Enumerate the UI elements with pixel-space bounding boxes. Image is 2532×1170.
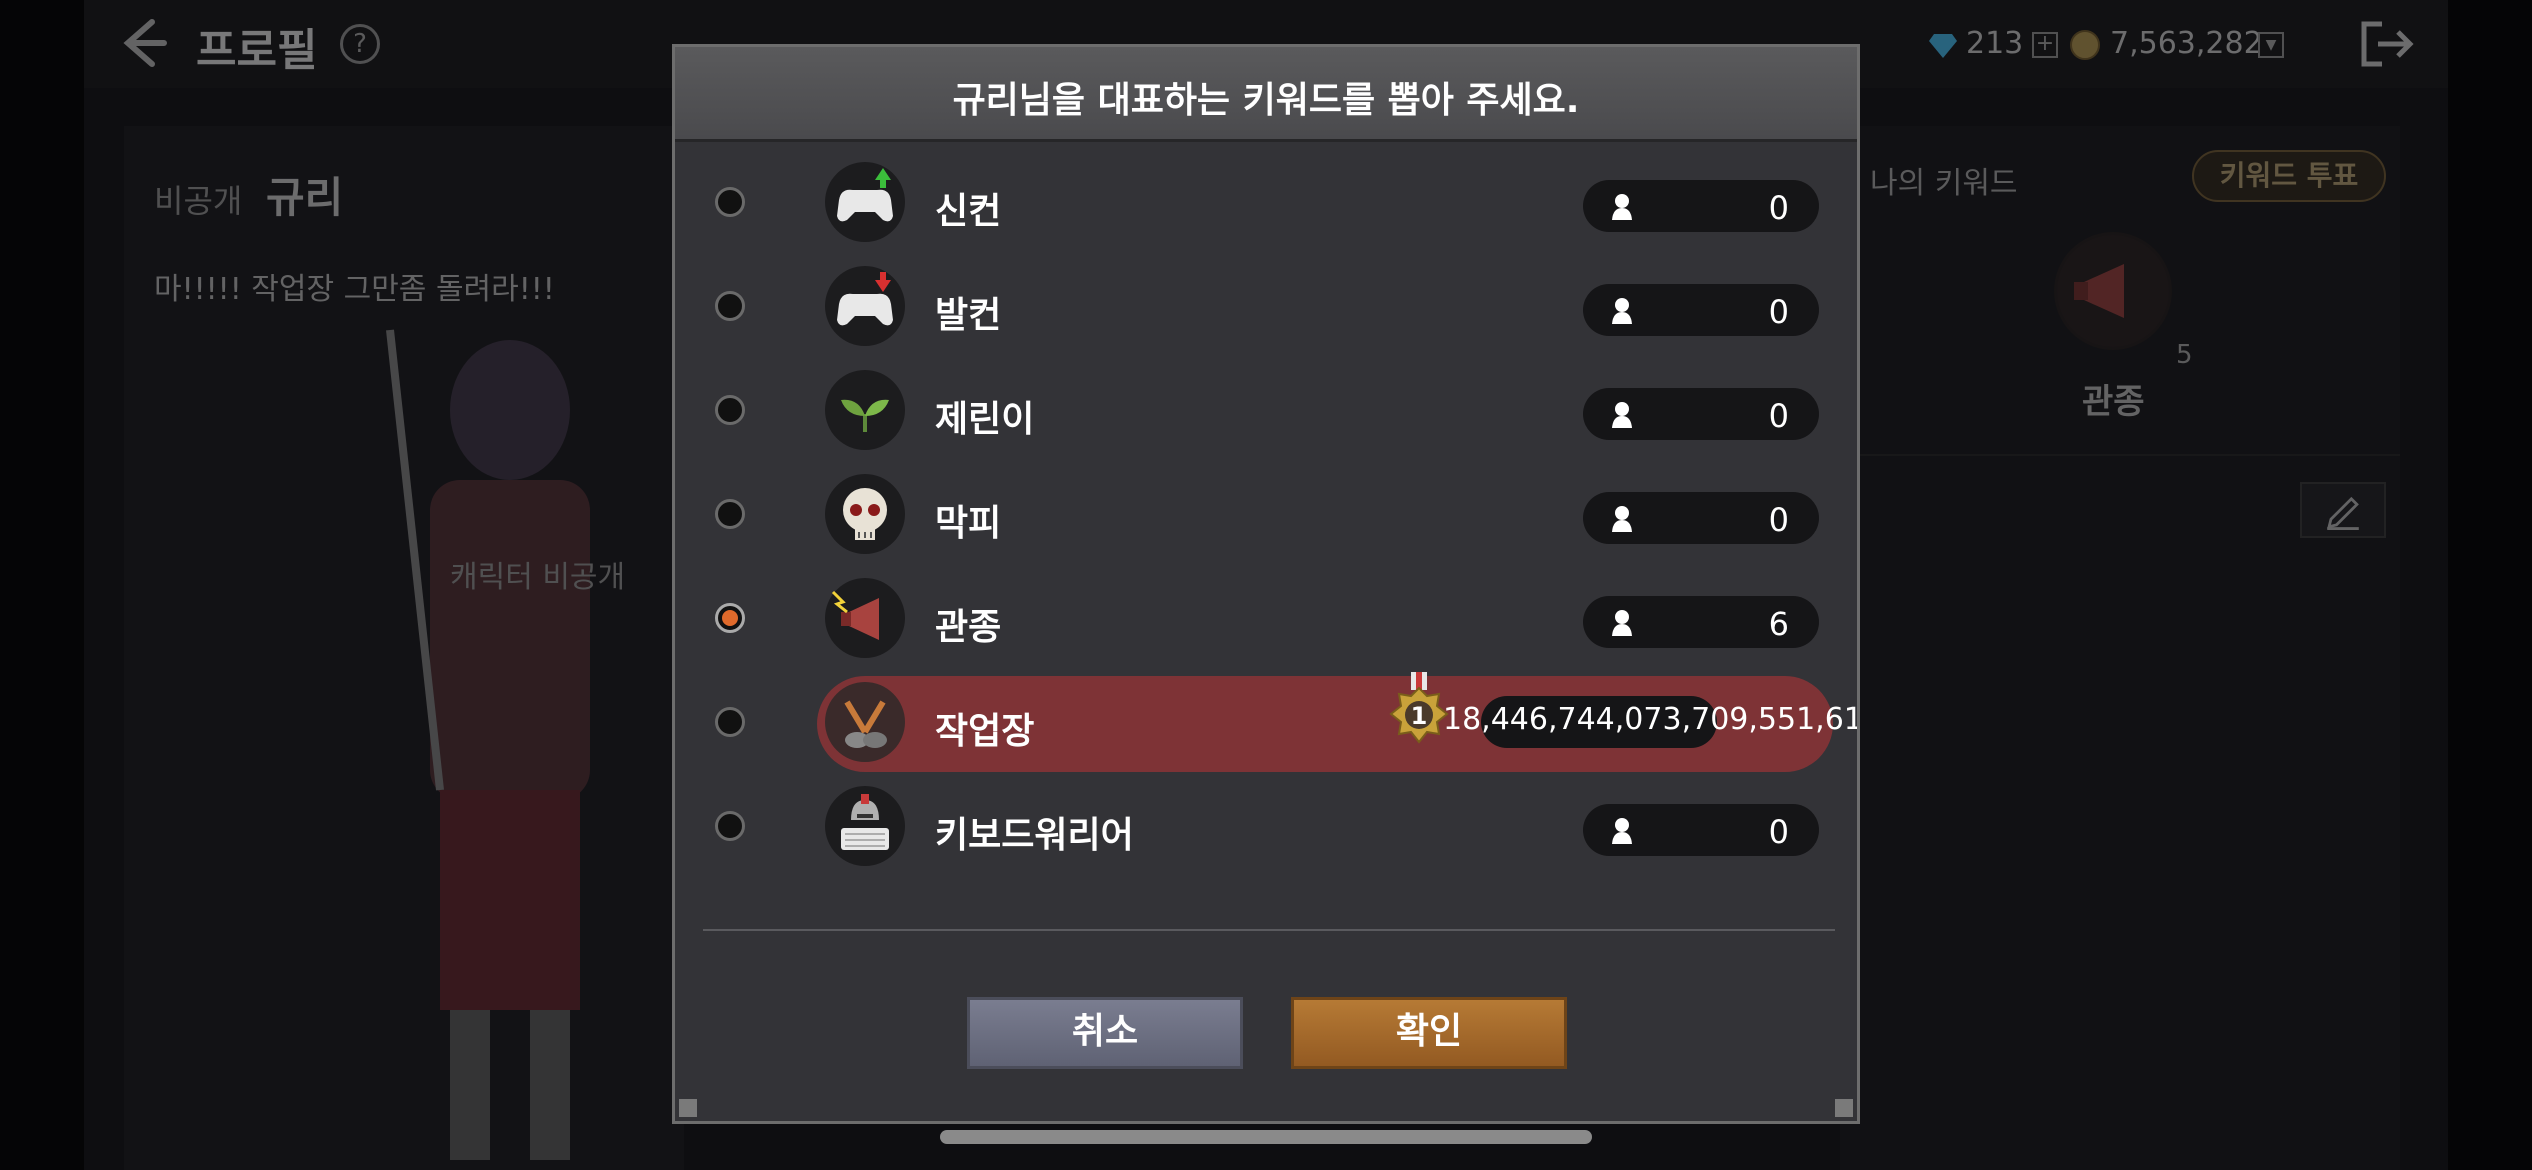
keyword-name: 제린이 (935, 399, 1035, 440)
vote-count-pill: 6 (1583, 596, 1819, 648)
exit-icon[interactable] (2360, 20, 2416, 68)
radio-button[interactable] (715, 187, 745, 217)
keyword-name: 관종 (935, 607, 1002, 648)
gold-count: 7,563,282 (2110, 26, 2263, 61)
vote-count: 6 (1768, 605, 1789, 643)
person-icon (1612, 194, 1632, 220)
edit-button[interactable] (2300, 482, 2386, 538)
divider (1840, 454, 2400, 456)
person-icon (1612, 402, 1632, 428)
dialog-title: 규리님을 대표하는 키워드를 뽑아 주세요. (952, 80, 1580, 121)
my-keyword-name: 관종 (2082, 382, 2145, 422)
sprout-icon (825, 370, 905, 450)
vote-count-pill: 0 (1583, 492, 1819, 544)
keyword-row[interactable]: 키보드워리어 0 (675, 774, 1857, 878)
vote-count-pill: 0 (1583, 180, 1819, 232)
rank-number: 1 (1411, 702, 1428, 730)
keyword-name: 발컨 (935, 295, 1002, 336)
radio-button[interactable] (715, 707, 745, 737)
keyword-row[interactable]: 막피 0 (675, 462, 1857, 566)
help-icon[interactable]: ? (340, 24, 380, 64)
rank-medal-icon: 1 (1389, 672, 1449, 744)
skull-icon (825, 474, 905, 554)
confirm-button[interactable]: 확인 (1291, 997, 1567, 1069)
vote-count: 0 (1768, 813, 1789, 851)
my-keywords-label: 나의 키워드 (1870, 166, 2018, 201)
keyword-vote-button[interactable]: 키워드 투표 (2192, 150, 2386, 202)
dialog-header: 규리님을 대표하는 키워드를 뽑아 주세요. (675, 47, 1857, 142)
vote-count-pill: 0 (1583, 284, 1819, 336)
gem-icon (1929, 34, 1957, 58)
gamepad-up-icon (825, 162, 905, 242)
vote-count: 0 (1768, 501, 1789, 539)
gem-count: 213 (1966, 26, 2024, 61)
radio-button[interactable] (715, 499, 745, 529)
keyword-row-top-ranked[interactable]: 작업장 1 18,446,744,073,709,551,615 (675, 670, 1857, 774)
vote-count: 0 (1768, 397, 1789, 435)
cancel-button[interactable]: 취소 (967, 997, 1243, 1069)
nickname: 규리 (266, 173, 344, 222)
radio-button[interactable] (715, 395, 745, 425)
tools-icon (825, 682, 905, 762)
keyboard-warrior-icon (825, 786, 905, 866)
gold-coin-icon (2070, 30, 2100, 60)
keyword-name: 막피 (935, 503, 1002, 544)
visibility-label: 비공개 (154, 182, 243, 220)
person-icon (1612, 298, 1632, 324)
vote-count: 0 (1768, 189, 1789, 227)
keyword-row[interactable]: 관종 6 (675, 566, 1857, 670)
page-title: 프로필 (196, 25, 318, 76)
vote-count: 18,446,744,073,709,551,615 (1443, 702, 1857, 737)
keyword-row[interactable]: 제린이 0 (675, 358, 1857, 462)
person-icon (1612, 610, 1632, 636)
back-arrow-icon[interactable] (118, 16, 168, 70)
corner-ornament (1835, 1099, 1853, 1117)
character-hidden-label: 캐릭터 비공개 (450, 560, 626, 595)
radio-button[interactable] (715, 811, 745, 841)
radio-button-selected[interactable] (715, 603, 745, 633)
keyword-vote-dialog: 규리님을 대표하는 키워드를 뽑아 주세요. 신컨 0 발컨 0 제린이 0 막… (672, 44, 1860, 1124)
add-gem-button[interactable]: + (2032, 32, 2058, 58)
home-indicator[interactable] (940, 1130, 1592, 1144)
radio-button[interactable] (715, 291, 745, 321)
keyword-list[interactable]: 신컨 0 발컨 0 제린이 0 막피 0 관종 6 작업장 1 18,446,7… (675, 142, 1857, 974)
keyword-row[interactable]: 발컨 0 (675, 254, 1857, 358)
vote-count-pill: 0 (1583, 804, 1819, 856)
currency-dropdown-button[interactable]: ▼ (2258, 32, 2284, 58)
megaphone-icon (2054, 232, 2172, 350)
person-icon (1612, 818, 1632, 844)
keyword-row[interactable]: 신컨 0 (675, 150, 1857, 254)
keyword-name: 신컨 (935, 191, 1002, 232)
keyword-name: 작업장 (935, 711, 1035, 752)
divider (703, 929, 1835, 931)
status-message: 마!!!!! 작업장 그만좀 돌려라!!! (154, 272, 555, 307)
character-figure (386, 329, 590, 1160)
corner-ornament (679, 1099, 697, 1117)
person-icon (1612, 506, 1632, 532)
gamepad-down-icon (825, 266, 905, 346)
keyword-name: 키보드워리어 (935, 815, 1134, 856)
vote-count-pill: 0 (1583, 388, 1819, 440)
my-keyword-count: 5 (2176, 340, 2193, 370)
vote-count: 0 (1768, 293, 1789, 331)
megaphone-icon (825, 578, 905, 658)
pencil-icon (2327, 496, 2359, 530)
